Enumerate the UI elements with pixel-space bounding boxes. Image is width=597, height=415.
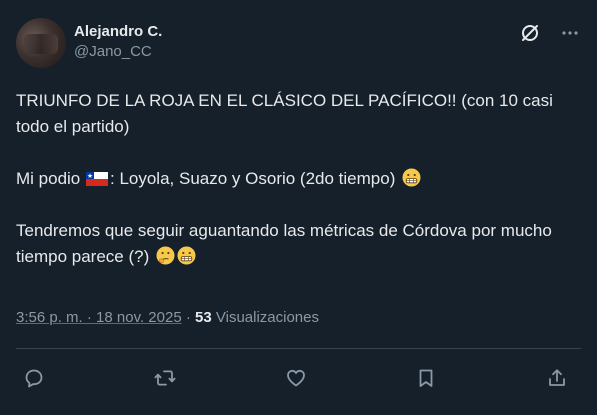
grok-icon[interactable] — [519, 22, 541, 44]
chile-flag-icon — [86, 172, 108, 186]
display-name[interactable]: Alejandro C. — [74, 22, 162, 42]
meta-separator: · — [185, 309, 191, 326]
thinking-face-icon — [156, 246, 175, 265]
post-line-2-suffix: : Loyola, Suazo y Osorio (2do tiempo) — [110, 169, 396, 188]
post-line-2: Mi podio : Loyola, Suazo y Osorio (2do t… — [16, 166, 576, 192]
post-line-2-prefix: Mi podio — [16, 169, 81, 188]
repost-icon[interactable] — [153, 366, 177, 390]
author-names: Alejandro C. @Jano_CC — [74, 22, 162, 62]
views-count: 53 — [195, 309, 212, 326]
divider — [16, 348, 581, 349]
reply-icon[interactable] — [22, 366, 46, 390]
share-icon[interactable] — [545, 366, 569, 390]
tweet-card: Alejandro C. @Jano_CC TRIUNFO DE LA ROJA… — [0, 0, 597, 415]
handle[interactable]: @Jano_CC — [74, 42, 162, 62]
post-line-1: TRIUNFO DE LA ROJA EN EL CLÁSICO DEL PAC… — [16, 91, 553, 136]
tweet-text: TRIUNFO DE LA ROJA EN EL CLÁSICO DEL PAC… — [16, 88, 576, 296]
views-label: Visualizaciones — [215, 309, 319, 326]
tweet-header: Alejandro C. @Jano_CC — [16, 16, 581, 72]
post-line-3: Tendremos que seguir aguantando las métr… — [16, 218, 576, 270]
grimacing-face-icon — [177, 246, 196, 265]
action-bar — [16, 362, 581, 396]
bookmark-icon[interactable] — [414, 366, 438, 390]
avatar[interactable] — [16, 18, 66, 68]
more-icon[interactable] — [559, 22, 581, 44]
timestamp[interactable]: 3:56 p. m. · 18 nov. 2025 — [16, 309, 182, 326]
tweet-meta: 3:56 p. m. · 18 nov. 2025 · 53 Visualiza… — [16, 307, 319, 329]
grimacing-face-icon — [402, 168, 421, 187]
like-icon[interactable] — [284, 366, 308, 390]
post-line-3-text: Tendremos que seguir aguantando las métr… — [16, 221, 552, 266]
